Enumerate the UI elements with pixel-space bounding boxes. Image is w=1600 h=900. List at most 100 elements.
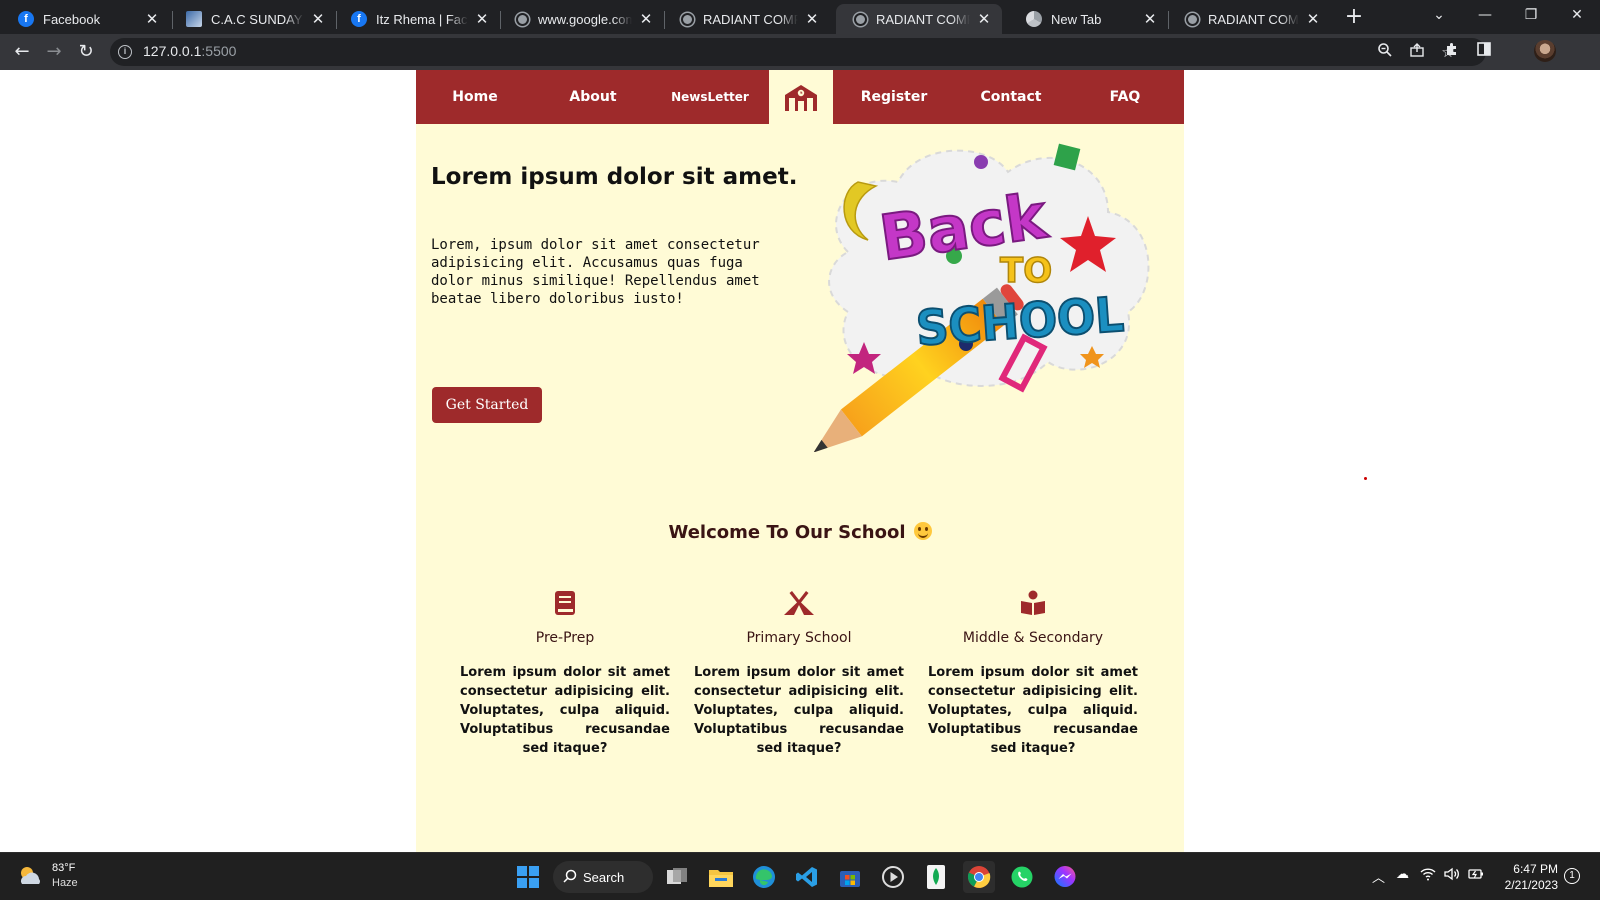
show-hidden-icons-chevron-icon[interactable]: ︿ [1372, 867, 1385, 886]
battery-icon[interactable] [1468, 867, 1484, 885]
weather-condition: Haze [52, 877, 78, 889]
close-tab-icon[interactable]: ✕ [1142, 10, 1158, 28]
hero-title: Lorem ipsum dolor sit amet. [431, 164, 798, 190]
onedrive-cloud-icon[interactable]: ☁ [1396, 867, 1409, 882]
browser-tab[interactable]: www.google.com ✕ [498, 4, 664, 34]
zoom-icon[interactable] [1374, 42, 1396, 62]
close-tab-icon[interactable]: ✕ [976, 10, 992, 28]
notification-badge[interactable]: 1 [1564, 868, 1580, 884]
tab-title: New Tab [1051, 11, 1102, 27]
tab-title: RADIANT COMPRE [876, 11, 970, 27]
browser-tab[interactable]: f Itz Rhema | Facebo ✕ [333, 4, 500, 34]
school-logo-button[interactable] [769, 70, 833, 124]
site-info-icon[interactable]: i [118, 45, 132, 59]
weather-temperature: 83°F [52, 862, 76, 874]
card-text: Lorem ipsum dolor sit amet consectetur a… [694, 665, 904, 756]
card-title: Middle & Secondary [962, 630, 1104, 646]
image-favicon-icon [186, 11, 202, 27]
close-window-icon[interactable]: ✕ [1554, 0, 1600, 34]
close-tab-icon[interactable]: ✕ [474, 10, 490, 28]
url-text[interactable]: 127.0.0.1:5500 [143, 43, 236, 59]
get-started-button[interactable]: Get Started [432, 387, 542, 423]
chrome-taskbar-icon[interactable] [963, 861, 995, 893]
volume-icon[interactable] [1444, 867, 1460, 885]
close-tab-icon[interactable]: ✕ [1305, 10, 1321, 28]
windows-taskbar: 83°F Haze Search ︿ ☁ 6:47 PM 2/21/2023 1 [0, 852, 1600, 900]
nav-newsletter-link[interactable]: NewsLetter [651, 70, 769, 124]
weather-text: 83°F Haze [52, 861, 78, 891]
card-title: Primary School [746, 630, 852, 646]
close-tab-icon[interactable]: ✕ [310, 10, 326, 28]
back-arrow-icon[interactable]: ← [8, 38, 36, 66]
facebook-icon: f [18, 11, 34, 27]
reader-icon [928, 588, 1138, 618]
book-icon [460, 588, 670, 618]
close-tab-icon[interactable]: ✕ [638, 10, 654, 28]
browser-tab[interactable]: RADIANT COMPRE ✕ [1168, 4, 1331, 34]
facebook-icon: f [351, 11, 367, 27]
browser-tab[interactable]: RADIANT COMPRE ✕ [663, 4, 830, 34]
weather-widget[interactable]: 83°F Haze [16, 861, 78, 891]
close-tab-icon[interactable]: ✕ [804, 10, 820, 28]
tent-icon [694, 588, 904, 618]
card-title: Pre-Prep [535, 630, 595, 646]
browser-toolbar: ← → ↻ i 127.0.0.1:5500 ☆ ⋮ [0, 34, 1600, 70]
side-panel-icon[interactable] [1470, 38, 1498, 66]
welcome-heading: Welcome To Our School [416, 522, 1184, 543]
taskbar-search-button[interactable]: Search [553, 861, 653, 893]
tab-title: RADIANT COMPRE [1208, 11, 1299, 27]
nav-faq-link[interactable]: FAQ [1066, 70, 1184, 124]
browser-tab-active[interactable]: RADIANT COMPRE ✕ [836, 4, 1002, 34]
profile-avatar[interactable] [1534, 40, 1556, 62]
media-player-icon[interactable] [877, 861, 909, 893]
browser-tab[interactable]: New Tab ✕ [1008, 4, 1168, 34]
browser-tab[interactable]: C.A.C SUNDAY SCH ✕ [168, 4, 336, 34]
system-clock[interactable]: 6:47 PM 2/21/2023 [1494, 861, 1558, 893]
restore-icon[interactable]: ❐ [1508, 0, 1554, 34]
windows-start-icon[interactable] [512, 861, 544, 893]
tab-title: RADIANT COMPRE [703, 11, 798, 27]
browser-tab-strip: f Facebook ✕ C.A.C SUNDAY SCH ✕ f Itz Rh… [0, 0, 1600, 34]
nav-about-link[interactable]: About [534, 70, 652, 124]
art-text-to: TO [1000, 251, 1052, 291]
chrome-icon [1026, 11, 1042, 27]
nav-contact-link[interactable]: Contact [952, 70, 1070, 124]
card-middle-secondary: Middle & Secondary Lorem ipsum dolor sit… [928, 588, 1138, 758]
smile-emoji-icon [913, 522, 932, 540]
task-view-icon[interactable] [662, 861, 694, 893]
tab-title: C.A.C SUNDAY SCH [211, 11, 304, 27]
url-host: 127.0.0.1 [143, 43, 202, 59]
tab-search-chevron-icon[interactable]: ⌄ [1416, 0, 1462, 34]
card-primary-school: Primary School Lorem ipsum dolor sit ame… [694, 588, 904, 758]
page-viewport: Home About NewsLetter Register Contact F… [0, 70, 1600, 852]
search-label: Search [583, 869, 625, 885]
globe-icon [516, 12, 529, 26]
wifi-icon[interactable] [1420, 867, 1436, 885]
share-icon[interactable] [1406, 42, 1428, 62]
extensions-icon[interactable] [1438, 38, 1466, 66]
messenger-icon[interactable] [1049, 861, 1081, 893]
new-tab-button[interactable]: + [1340, 4, 1368, 32]
nav-register-link[interactable]: Register [835, 70, 953, 124]
reload-icon[interactable]: ↻ [72, 38, 100, 66]
hero-description: Lorem, ipsum dolor sit amet consectetur … [431, 237, 760, 307]
browser-tab[interactable]: f Facebook ✕ [0, 4, 170, 34]
clock-time: 6:47 PM [1513, 862, 1558, 876]
close-tab-icon[interactable]: ✕ [144, 10, 160, 28]
tab-title: Itz Rhema | Facebo [376, 11, 468, 27]
minimize-icon[interactable]: — [1462, 0, 1508, 34]
url-port: :5500 [201, 43, 237, 59]
globe-icon [854, 12, 867, 26]
cursor-dot [1364, 477, 1367, 480]
vscode-icon[interactable] [791, 861, 823, 893]
forward-arrow-icon[interactable]: → [40, 38, 68, 66]
address-bar[interactable]: i 127.0.0.1:5500 ☆ [110, 38, 1486, 66]
site-container: Home About NewsLetter Register Contact F… [416, 70, 1184, 852]
whatsapp-icon[interactable] [1006, 861, 1038, 893]
back-to-school-illustration: Back TO SCHOOL [813, 143, 1150, 452]
file-explorer-icon[interactable] [705, 861, 737, 893]
nav-home-link[interactable]: Home [416, 70, 534, 124]
microsoft-store-icon[interactable] [834, 861, 866, 893]
edge-browser-icon[interactable] [748, 861, 780, 893]
mongodb-icon[interactable] [920, 861, 952, 893]
